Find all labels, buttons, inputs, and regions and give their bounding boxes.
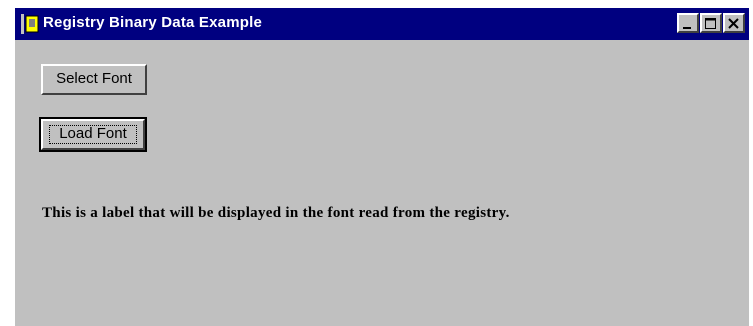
maximize-icon: [705, 18, 716, 29]
load-font-button[interactable]: Load Font: [39, 117, 147, 152]
minimize-icon: [683, 27, 691, 29]
app-window: Registry Binary Data Example Select Font…: [15, 8, 749, 326]
maximize-button[interactable]: [700, 13, 722, 33]
select-font-button[interactable]: Select Font: [41, 64, 147, 95]
focus-rectangle: [49, 125, 137, 144]
minimize-button[interactable]: [677, 13, 699, 33]
window-controls: [676, 13, 745, 35]
close-button[interactable]: [723, 13, 745, 33]
window-title: Registry Binary Data Example: [43, 14, 263, 31]
select-font-label: Select Font: [56, 70, 132, 87]
close-icon: [728, 18, 739, 29]
app-icon[interactable]: [21, 14, 39, 34]
font-preview-label: This is a label that will be displayed i…: [42, 205, 510, 221]
title-bar[interactable]: Registry Binary Data Example: [15, 8, 749, 40]
